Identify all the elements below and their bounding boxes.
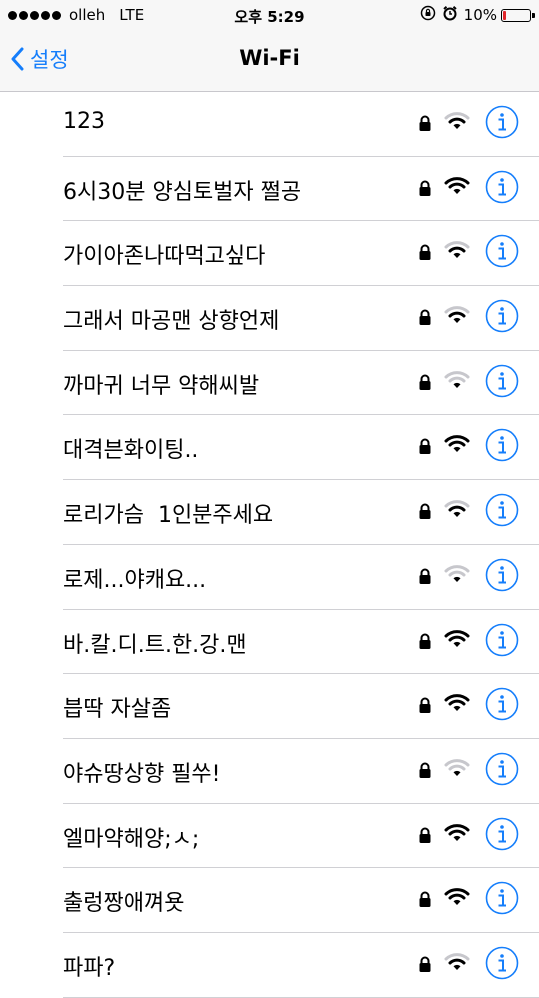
network-row[interactable]: 파파? [0,933,539,998]
wifi-signal-icon [444,758,470,782]
lock-icon [418,374,432,395]
lock-icon [418,115,432,136]
lock-icon [418,762,432,783]
network-row[interactable]: 까마귀 너무 약해씨발 [0,351,539,416]
network-row[interactable]: 븝딱 자살좀 [0,674,539,739]
network-name: 가이아존나따먹고싶다 [63,244,266,270]
battery-percent: 10% [463,6,497,24]
status-bar: olleh LTE 오후 5:29 10% [0,0,539,30]
info-icon[interactable] [485,299,519,337]
info-icon[interactable] [485,170,519,208]
page-title: Wi-Fi [239,46,300,70]
lock-icon [418,827,432,848]
network-name: 로제...야캐요... [63,567,207,593]
network-name: 파파? [63,955,116,981]
battery-icon [501,8,535,22]
network-row[interactable]: 6시30분 양심토벌자 쩔공 [0,157,539,222]
network-row[interactable]: 바.칼.디.트.한.강.맨 [0,610,539,675]
network-name: 그래서 마공맨 상향언제 [63,309,280,335]
network-name: 야슈땅상향 필쑤! [63,761,221,787]
info-icon[interactable] [485,234,519,272]
network-row[interactable]: 로리가슴 1인분주세요 [0,480,539,545]
navigation-bar: 설정 Wi-Fi [0,30,539,92]
alarm-icon [442,5,458,25]
info-icon[interactable] [485,946,519,984]
network-row[interactable]: 출렁짱애껴욧 [0,868,539,933]
network-row[interactable]: 가이아존나따먹고싶다 [0,221,539,286]
wifi-signal-icon [444,564,470,588]
wifi-signal-icon [444,693,470,717]
lock-icon [418,438,432,459]
lock-icon [418,503,432,524]
info-icon[interactable] [485,623,519,661]
info-icon[interactable] [485,558,519,596]
wifi-signal-icon [444,887,470,911]
lock-icon [418,309,432,330]
info-icon[interactable] [485,752,519,790]
info-icon[interactable] [485,105,519,143]
lock-icon [418,180,432,201]
network-name: 출렁짱애껴욧 [63,891,185,917]
network-name: 엘마약해양;ㅅ; [63,826,200,852]
wifi-signal-icon [444,952,470,976]
network-row[interactable]: 대격븐화이팅.. [0,415,539,480]
info-icon[interactable] [485,881,519,919]
lock-icon [418,568,432,589]
info-icon[interactable] [485,493,519,531]
wifi-signal-icon [444,240,470,264]
network-name: 123 [63,109,105,134]
lock-icon [418,633,432,654]
status-right: 10% [420,5,535,25]
info-icon[interactable] [485,687,519,725]
wifi-signal-icon [444,499,470,523]
network-row[interactable]: 야슈땅상향 필쑤! [0,739,539,804]
network-row[interactable]: 그래서 마공맨 상향언제 [0,286,539,351]
network-list: 123 6시30분 양심토벌자 쩔공가이아존나따먹고싶다그래서 마공맨 상향언제까… [0,92,539,998]
wifi-signal-icon [444,823,470,847]
network-row[interactable]: 123 [0,92,539,157]
network-row[interactable]: 로제...야캐요... [0,545,539,610]
network-row[interactable]: 엘마약해양;ㅅ; [0,804,539,869]
info-icon[interactable] [485,817,519,855]
network-name: 바.칼.디.트.한.강.맨 [63,632,247,658]
wifi-signal-icon [444,370,470,394]
wifi-signal-icon [444,176,470,200]
info-icon[interactable] [485,428,519,466]
info-icon[interactable] [485,364,519,402]
wifi-signal-icon [444,434,470,458]
lock-icon [418,956,432,977]
network-name: 까마귀 너무 약해씨발 [63,373,260,399]
lock-icon [418,244,432,265]
wifi-signal-icon [444,629,470,653]
wifi-signal-icon [444,305,470,329]
orientation-lock-icon [420,5,436,25]
wifi-signal-icon [444,111,470,135]
battery-level-fill [503,10,506,20]
lock-icon [418,697,432,718]
network-name: 로리가슴 1인분주세요 [63,503,274,529]
network-name: 븝딱 자살좀 [63,697,172,723]
lock-icon [418,891,432,912]
network-name: 대격븐화이팅.. [63,438,199,464]
network-name: 6시30분 양심토벌자 쩔공 [63,179,302,205]
